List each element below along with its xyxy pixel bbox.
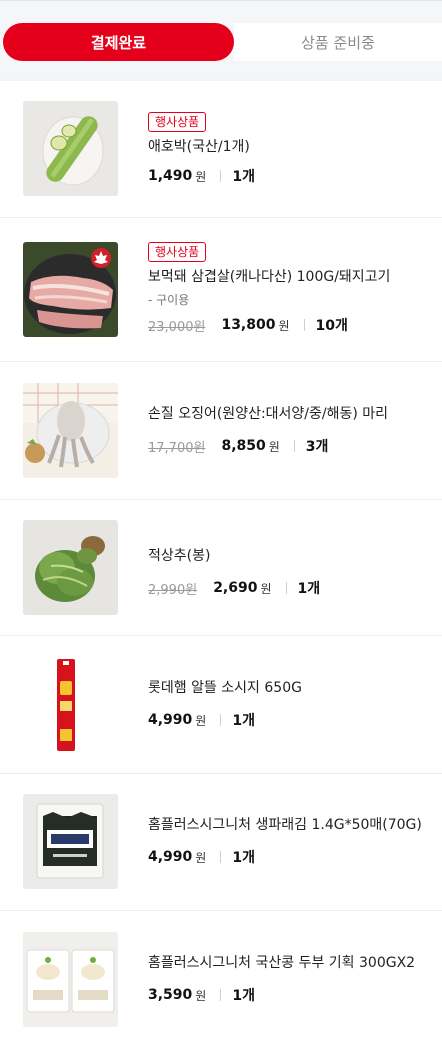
- divider: [220, 170, 222, 182]
- price-row: 4,990 원 1개: [148, 710, 436, 730]
- tab-payment-complete[interactable]: 결제완료: [3, 23, 234, 61]
- product-name[interactable]: 손질 오징어(원양산:대서양/중/해동) 마리: [148, 404, 436, 424]
- order-item[interactable]: 홈플러스시그니처 생파래김 1.4G*50매(70G) 4,990 원 1개: [0, 774, 442, 911]
- currency-unit: 원: [195, 713, 207, 728]
- divider: [285, 582, 287, 594]
- order-item[interactable]: 행사상품 보먹돼 삼겹살(캐나다산) 100G/돼지고기 - 구이용 23,00…: [0, 218, 442, 362]
- currency-unit: 원: [268, 439, 280, 454]
- event-badge: 행사상품: [148, 112, 207, 132]
- product-name[interactable]: 홈플러스시그니처 국산콩 두부 기획 300GX2: [148, 953, 436, 973]
- product-image-sausage: [23, 657, 118, 752]
- product-image-red-lettuce: [23, 520, 118, 615]
- sale-price: 2,690: [213, 580, 258, 596]
- sale-price: 3,590: [148, 987, 193, 1003]
- currency-unit: 원: [260, 581, 272, 596]
- quantity: 1개: [297, 581, 321, 597]
- product-image-pork-belly: [23, 242, 118, 337]
- currency-unit: 원: [195, 169, 207, 184]
- item-info: 행사상품 애호박(국산/1개) 1,490 원 1개: [148, 111, 436, 186]
- divider: [220, 714, 222, 726]
- currency-unit: 원: [195, 850, 207, 865]
- sale-price: 8,850: [221, 438, 266, 454]
- product-name[interactable]: 홈플러스시그니처 생파래김 1.4G*50매(70G): [148, 815, 436, 835]
- divider: [303, 319, 305, 331]
- order-status-tabs: 결제완료 상품 준비중: [0, 0, 442, 79]
- price-row: 2,990원 2,690 원 1개: [148, 578, 436, 598]
- product-image-zucchini: [23, 101, 118, 196]
- quantity: 1개: [232, 850, 255, 866]
- item-info: 적상추(봉) 2,990원 2,690 원 1개: [148, 546, 436, 598]
- quantity: 3개: [305, 439, 329, 455]
- item-info: 롯데햄 알뜰 소시지 650G 4,990 원 1개: [148, 678, 436, 730]
- order-item[interactable]: 롯데햄 알뜰 소시지 650G 4,990 원 1개: [0, 636, 442, 774]
- tab-preparing[interactable]: 상품 준비중: [234, 23, 442, 61]
- item-info: 홈플러스시그니처 국산콩 두부 기획 300GX2 3,590 원 1개: [148, 953, 436, 1005]
- order-item[interactable]: 홈플러스시그니처 국산콩 두부 기획 300GX2 3,590 원 1개: [0, 911, 442, 1046]
- price-row: 4,990 원 1개: [148, 847, 436, 867]
- divider: [293, 440, 295, 452]
- order-item[interactable]: 적상추(봉) 2,990원 2,690 원 1개: [0, 500, 442, 636]
- event-badge: 행사상품: [148, 242, 207, 262]
- sale-price: 13,800: [221, 317, 276, 333]
- product-image-squid: [23, 383, 118, 478]
- item-info: 손질 오징어(원양산:대서양/중/해동) 마리 17,700원 8,850 원 3…: [148, 404, 436, 456]
- item-info: 홈플러스시그니처 생파래김 1.4G*50매(70G) 4,990 원 1개: [148, 815, 436, 867]
- product-option: - 구이용: [148, 293, 190, 307]
- divider: [220, 989, 222, 1001]
- product-name[interactable]: 적상추(봉): [148, 546, 436, 566]
- original-price: 23,000원: [148, 319, 206, 335]
- order-item-list: 행사상품 애호박(국산/1개) 1,490 원 1개 행사상품 보먹돼 삼겹살(캐…: [0, 81, 442, 1046]
- order-item[interactable]: 손질 오징어(원양산:대서양/중/해동) 마리 17,700원 8,850 원 3…: [0, 362, 442, 500]
- product-name[interactable]: 롯데햄 알뜰 소시지 650G: [148, 678, 436, 698]
- price-row: 3,590 원 1개: [148, 985, 436, 1005]
- currency-unit: 원: [278, 318, 290, 333]
- original-price: 17,700원: [148, 440, 206, 456]
- price-row: 23,000원 13,800 원 10개: [148, 315, 436, 335]
- quantity: 1개: [232, 713, 255, 729]
- original-price: 2,990원: [148, 582, 198, 598]
- price-row: 1,490 원 1개: [148, 166, 436, 186]
- currency-unit: 원: [195, 988, 207, 1003]
- price-row: 17,700원 8,850 원 3개: [148, 436, 436, 456]
- sale-price: 1,490: [148, 168, 193, 184]
- product-image-seaweed: [23, 794, 118, 889]
- product-name[interactable]: 애호박(국산/1개): [148, 137, 436, 157]
- sale-price: 4,990: [148, 712, 193, 728]
- product-image-tofu: [23, 932, 118, 1027]
- divider: [220, 851, 222, 863]
- order-item[interactable]: 행사상품 애호박(국산/1개) 1,490 원 1개: [0, 81, 442, 218]
- item-info: 행사상품 보먹돼 삼겹살(캐나다산) 100G/돼지고기 - 구이용 23,00…: [148, 241, 436, 335]
- sale-price: 4,990: [148, 849, 193, 865]
- quantity: 1개: [232, 169, 255, 185]
- quantity: 1개: [232, 988, 255, 1004]
- product-name[interactable]: 보먹돼 삼겹살(캐나다산) 100G/돼지고기: [148, 267, 436, 287]
- quantity: 10개: [315, 318, 348, 334]
